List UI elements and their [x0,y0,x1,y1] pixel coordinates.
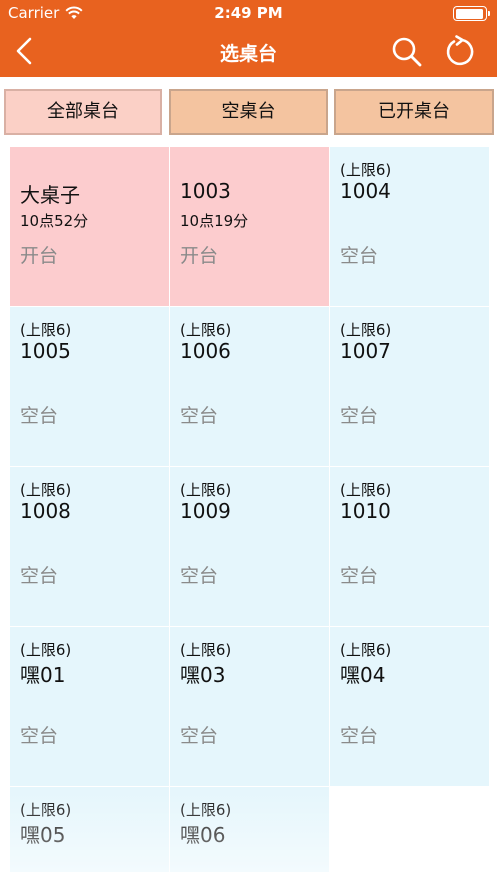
table-cell[interactable]: (上限6) 1008 空台 [10,467,169,626]
table-name: 1004 [340,179,391,203]
table-capacity: (上限6) [340,481,392,499]
table-name: 1006 [180,339,231,363]
table-capacity: (上限6) [20,801,72,819]
table-status: 开台 [180,245,219,267]
tab-all-tables[interactable]: 全部桌台 [4,89,162,135]
table-open-time: 10点52分 [20,212,89,230]
table-status: 开台 [20,245,59,267]
table-capacity: (上限6) [20,481,72,499]
table-name: 1009 [180,499,231,523]
table-cell[interactable]: (上限6) 1006 空台 [170,307,329,466]
tab-opened-tables[interactable]: 已开桌台 [334,89,494,135]
table-open-time: 10点19分 [180,212,249,230]
table-cell[interactable]: (上限6) 1005 空台 [10,307,169,466]
table-status: 空台 [340,565,379,587]
table-status: 空台 [340,245,379,267]
table-name: 1007 [340,339,391,363]
table-capacity: (上限6) [340,321,392,339]
table-capacity: (上限6) [180,481,232,499]
table-name: 嘿06 [180,823,226,847]
table-capacity: (上限6) [180,321,232,339]
table-status: 空台 [180,565,219,587]
table-name: 1003 [180,179,231,203]
table-cell[interactable]: (上限6) 嘿05 [10,787,169,872]
table-cell[interactable]: 1003 10点19分开台 [170,147,329,306]
table-name: 1005 [20,339,71,363]
table-cell[interactable]: (上限6) 1004 空台 [330,147,489,306]
nav-bar: 选桌台 [0,26,497,77]
table-cell[interactable]: (上限6) 1010 空台 [330,467,489,626]
table-cell[interactable]: (上限6) 嘿06 [170,787,329,872]
status-bar: Carrier 2:49 PM [0,0,497,26]
table-cell[interactable]: (上限6) 1007 空台 [330,307,489,466]
table-cell[interactable]: 大桌子 10点52分开台 [10,147,169,306]
battery-tip [487,11,490,16]
table-capacity: (上限6) [340,161,392,179]
table-capacity: (上限6) [180,641,232,659]
table-name: 嘿04 [340,663,386,687]
table-capacity: (上限6) [20,321,72,339]
status-time: 2:49 PM [214,4,283,22]
table-status: 空台 [340,725,379,747]
table-status: 空台 [340,405,379,427]
tab-bar: 全部桌台 空桌台 已开桌台 [0,77,497,139]
battery-icon [453,6,490,21]
refresh-icon[interactable] [443,34,479,70]
table-status: 空台 [20,405,59,427]
search-icon[interactable] [390,35,424,69]
table-cell[interactable]: (上限6) 嘿04 空台 [330,627,489,786]
table-status: 空台 [20,725,59,747]
table-grid: 大桌子 10点52分 开台 1003 10点19分 开台 (上限6) 1004 空台 (上限6) 1… [10,147,489,872]
table-capacity: (上限6) [20,641,72,659]
table-name: 1010 [340,499,391,523]
battery-fill [455,8,484,19]
table-status: 空台 [180,725,219,747]
table-cell[interactable]: (上限6) 嘿03 空台 [170,627,329,786]
table-name: 嘿01 [20,663,66,687]
table-capacity: (上限6) [340,641,392,659]
table-name: 嘿05 [20,823,66,847]
table-cell[interactable]: (上限6) 1009 空台 [170,467,329,626]
table-status: 空台 [180,405,219,427]
table-capacity: (上限6) [180,801,232,819]
table-name: 大桌子 [20,183,80,207]
table-name: 1008 [20,499,71,523]
table-status: 空台 [20,565,59,587]
tab-empty-tables[interactable]: 空桌台 [169,89,328,135]
table-cell[interactable]: (上限6) 嘿01 空台 [10,627,169,786]
table-name: 嘿03 [180,663,226,687]
